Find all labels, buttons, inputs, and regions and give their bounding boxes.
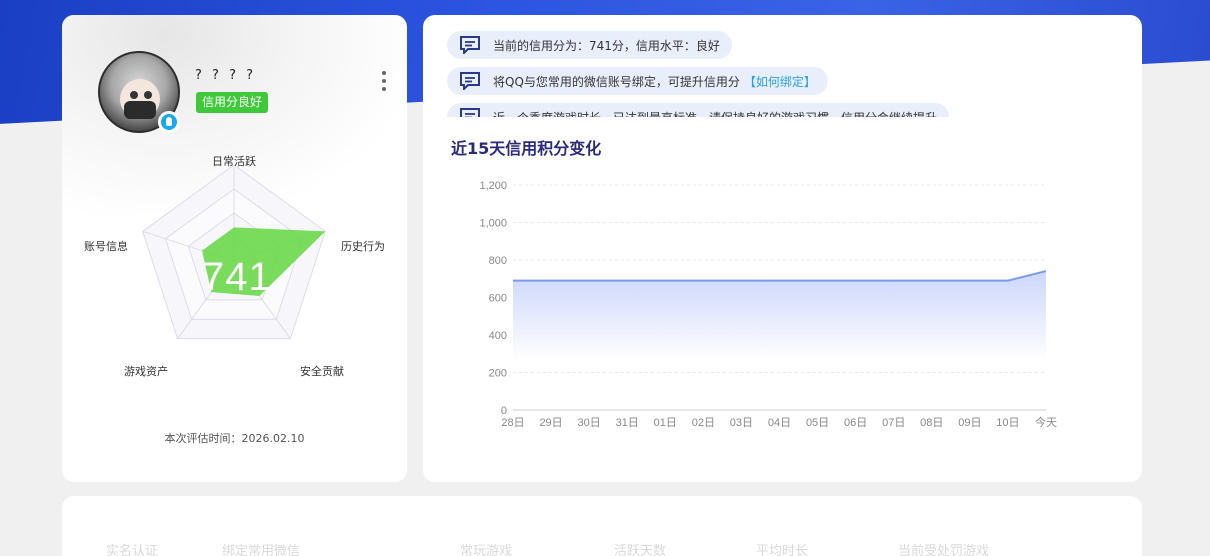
- factor-realname: 实名认证: [106, 544, 159, 556]
- notice-item: 当前的信用分为：741分，信用水平：良好: [447, 31, 732, 59]
- x-tick-label: 03日: [730, 417, 753, 429]
- y-tick-label: 400: [489, 330, 507, 342]
- credit-factors-card: 实名认证 绑定常用微信 常玩游戏 活跃天数 平均时长 当前受处罚游戏: [62, 496, 1142, 556]
- credit-trend-chart: 0 200 400 600 800 1,000 1,200 28日 29日 30日 31日 01日 02…: [479, 180, 1057, 429]
- series-line: [513, 270, 1047, 282]
- profile-card: ? ? ? ? 信用分良好 日常活跃 历史行为 安全贡献 游戏资产 账号信息 7…: [62, 15, 407, 482]
- radar-label-security: 安全贡献: [300, 365, 344, 378]
- area-fill: [513, 271, 1046, 360]
- y-tick-label: 0: [501, 405, 507, 417]
- factor-avg-duration: 平均时长: [756, 544, 809, 556]
- y-tick-label: 200: [489, 368, 507, 380]
- radar-label-account-info: 账号信息: [84, 240, 128, 253]
- x-tick-label: 08日: [920, 417, 943, 429]
- more-options-icon[interactable]: [380, 71, 388, 91]
- x-tick-label: 28日: [501, 417, 524, 429]
- factor-wechat: 绑定常用微信: [222, 544, 301, 556]
- nickname: ? ? ? ?: [195, 68, 256, 83]
- x-tick-label: 07日: [882, 417, 905, 429]
- y-tick-label: 1,200: [479, 180, 507, 192]
- chart-title: 近15天信用积分变化: [451, 139, 602, 158]
- how-to-bind-link[interactable]: 【如何绑定】: [744, 73, 816, 90]
- x-tick-label: 31日: [616, 417, 639, 429]
- y-tick-label: 600: [489, 293, 507, 305]
- y-tick-label: 800: [489, 255, 507, 267]
- factor-frequent-games: 常玩游戏: [460, 544, 513, 556]
- x-tick-label: 09日: [958, 417, 981, 429]
- notice-text: 当前的信用分为：741分，信用水平：良好: [493, 38, 720, 53]
- x-tick-label: 02日: [692, 417, 715, 429]
- factor-active-days: 活跃天数: [614, 544, 667, 556]
- credit-score: 741: [202, 255, 272, 299]
- x-tick-label: 06日: [844, 417, 867, 429]
- credit-detail-card: 当前的信用分为：741分，信用水平：良好 将QQ与您常用的微信账号绑定，可提升信…: [423, 15, 1142, 482]
- x-tick-label: 04日: [768, 417, 791, 429]
- notice-item: 近一个季度游戏时长，已达到最高标准，请保持良好的游戏习惯，信用分会继续提升: [447, 103, 950, 118]
- radar-label-daily-activity: 日常活跃: [212, 155, 256, 168]
- message-icon: [460, 36, 480, 54]
- factor-penalty-games: 当前受处罚游戏: [898, 544, 990, 556]
- radar-label-game-assets: 游戏资产: [124, 365, 168, 378]
- message-icon: [460, 72, 480, 90]
- notice-text: 近一个季度游戏时长，已达到最高标准，请保持良好的游戏习惯，信用分会继续提升: [493, 109, 937, 118]
- radar-label-history: 历史行为: [341, 240, 385, 253]
- notice-text: 将QQ与您常用的微信账号绑定，可提升信用分: [493, 74, 740, 89]
- notice-item: 将QQ与您常用的微信账号绑定，可提升信用分 【如何绑定】: [447, 67, 828, 95]
- x-tick-label: 05日: [806, 417, 829, 429]
- message-icon: [460, 108, 480, 117]
- notice-list: 当前的信用分为：741分，信用水平：良好 将QQ与您常用的微信账号绑定，可提升信…: [447, 31, 1107, 117]
- y-tick-label: 1,000: [479, 218, 507, 230]
- credit-level-badge: 信用分良好: [196, 92, 269, 113]
- x-tick-label: 10日: [996, 417, 1019, 429]
- x-tick-label: 今天: [1035, 415, 1057, 429]
- x-tick-label: 30日: [578, 417, 601, 429]
- qq-icon: [158, 111, 180, 133]
- x-tick-label: 01日: [654, 417, 677, 429]
- x-tick-label: 29日: [539, 417, 562, 429]
- evaluation-time: 本次评估时间：2026.02.10: [164, 432, 305, 445]
